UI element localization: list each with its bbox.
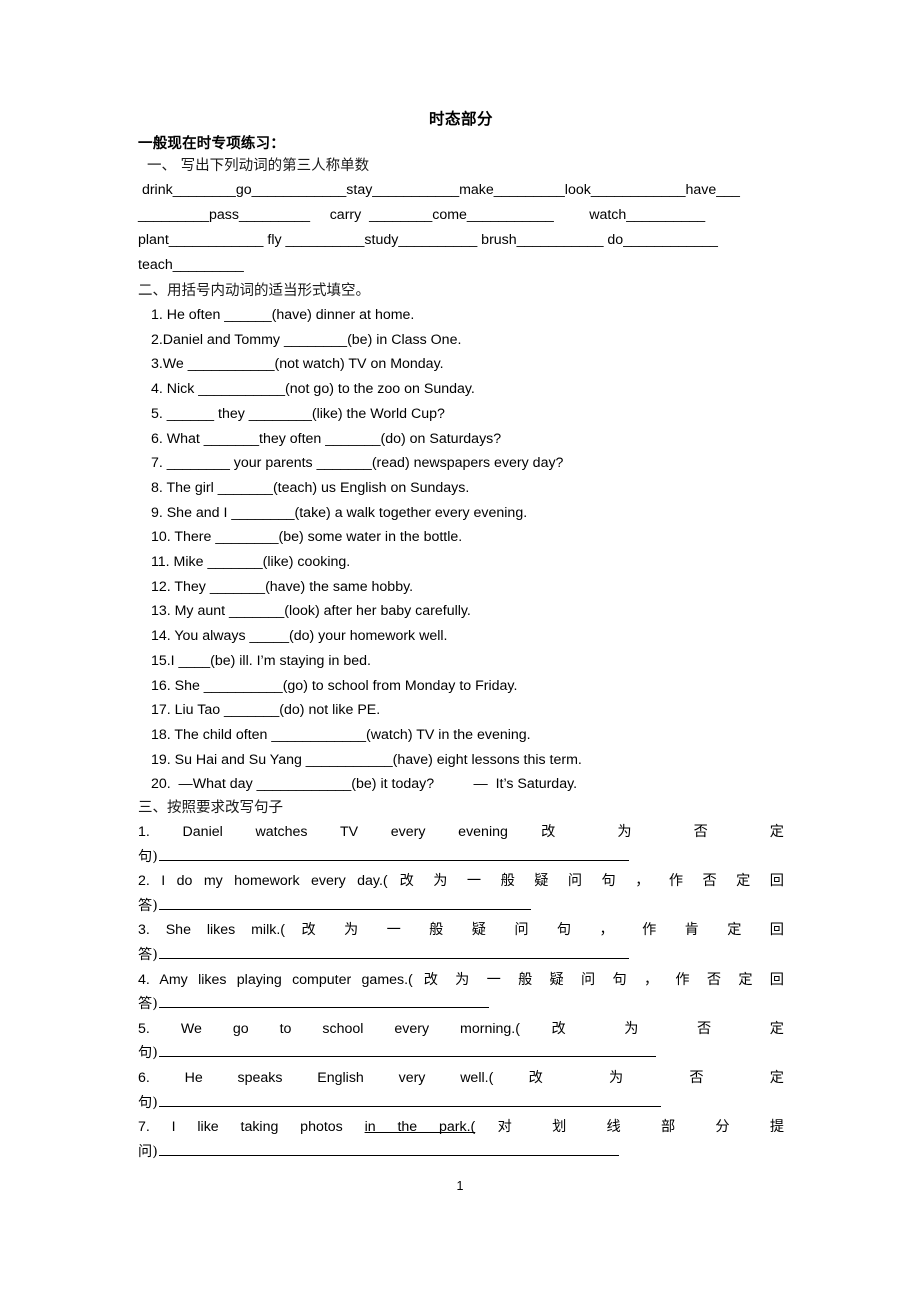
rewrite-instruction: 对 划 线 部 分 提 [475,1119,785,1136]
rewrite-english: Amy likes playing computer games.( [159,971,413,988]
document-page: 时态部分 一般现在时专项练习： 一、 写出下列动词的第三人称单数 drink__… [0,0,920,1302]
verb-line: plant____________ fly __________study___… [138,232,718,248]
rewrite-number: 6. [138,1070,185,1086]
rewrite-english: I like taking photos [171,1119,365,1136]
list-item: 16. She __________(go) to school from Mo… [147,677,518,694]
answer-blank[interactable] [158,848,629,861]
rewrite-prompt: 6. He speaks English very well.( 改 为 否 定 [138,1066,784,1091]
rewrite-item: 7. I like taking photos in the park.( 对 … [138,1115,784,1164]
rewrite-number: 4. [138,971,160,988]
rewrite-english: He speaks English very well.( [184,1070,494,1086]
list-item: 4. Nick ___________(not go) to the zoo o… [147,381,475,398]
rewrite-answer-prefix: 句) [138,1045,158,1062]
rewrite-english: I do my homework every day.( [161,873,388,890]
rewrite-number: 3. [138,922,166,939]
rewrite-prompt: 7. I like taking photos in the park.( 对 … [138,1115,784,1140]
list-item: 1. He often ______(have) dinner at home. [147,307,415,323]
rewrite-instruction: 改 为 否 定 [519,1020,785,1037]
rewrite-instruction: 改 为 否 定 [493,1070,784,1086]
rewrite-answer-line: 句) [138,1041,784,1066]
rewrite-prompt: 2. I do my homework every day.( 改 为 一 般 … [138,869,784,894]
list-item: 11. Mike _______(like) cooking. [147,554,351,571]
rewrite-answer-line: 问) [138,1140,784,1165]
rewrite-prompt: 5. We go to school every morning.( 改 为 否… [138,1017,784,1042]
answer-blank[interactable] [158,1044,656,1058]
list-item: 2.Daniel and Tommy ________(be) in Class… [147,331,462,348]
rewrite-item: 2. I do my homework every day.( 改 为 一 般 … [138,869,784,918]
rewrite-answer-prefix: 句) [138,1094,158,1111]
rewrite-prompt: 3. She likes milk.( 改 为 一 般 疑 问 句 ， 作 肯 … [138,918,784,943]
list-item: 8. The girl _______(teach) us English on… [147,479,470,496]
rewrite-english-underlined: in the park.( [364,1119,476,1136]
page-title: 时态部分 [428,110,493,128]
list-item: 15.I ____(be) ill. I’m staying in bed. [147,652,371,669]
rewrite-answer-prefix: 答) [138,947,158,964]
section1-heading: 一般现在时专项练习： [138,136,285,152]
page-number: 1 [456,1179,464,1193]
rewrite-item: 4. Amy likes playing computer games.( 改 … [138,968,784,1017]
list-item: 5. ______ they ________(like) the World … [147,405,445,422]
list-item: 17. Liu Tao _______(do) not like PE. [147,702,381,719]
rewrite-answer-line: 答) [138,943,784,968]
rewrite-answer-line: 句) [138,1091,784,1116]
rewrite-answer-prefix: 答) [138,996,158,1013]
rewrite-item: 5. We go to school every morning.( 改 为 否… [138,1017,784,1066]
section2-heading: 二、用括号内动词的适当形式填空。 [138,283,370,299]
list-item: 18. The child often ____________(watch) … [147,726,531,743]
rewrite-instruction: 改 为 一 般 疑 问 句 ， 作 否 定 回 [387,873,784,890]
rewrite-prompt: 4. Amy likes playing computer games.( 改 … [138,968,784,993]
answer-blank[interactable] [158,1094,661,1107]
section1-subheading: 一、 写出下列动词的第三人称单数 [147,158,370,174]
rewrite-answer-line: 答) [138,992,784,1017]
answer-blank[interactable] [158,995,489,1009]
list-item: 3.We ___________(not watch) TV on Monday… [147,356,444,373]
list-item: 14. You always _____(do) your homework w… [147,628,448,645]
rewrite-answer-line: 答) [138,894,784,919]
list-item: 7. ________ your parents _______(read) n… [147,455,564,472]
rewrite-item: 6. He speaks English very well.( 改 为 否 定… [138,1066,784,1115]
rewrite-instruction: 改 为 一 般 疑 问 句 ， 作 肯 定 回 [285,922,784,939]
rewrite-item: 1. Daniel watches TV every evening 改 为 否… [138,820,784,869]
answer-blank[interactable] [158,897,531,910]
verb-line: drink________go____________stay_________… [138,182,740,198]
rewrite-answer-prefix: 句) [138,848,158,865]
rewrite-number: 2. [138,873,162,890]
section2-question-list: 1. He often ______(have) dinner at home.… [138,303,784,797]
rewrite-number: 5. [138,1020,181,1037]
rewrite-instruction: 改 为 一 般 疑 问 句 ， 作 否 定 回 [412,971,784,988]
verb-line: _________pass_________ carry ________com… [138,207,706,223]
list-item: 13. My aunt _______(look) after her baby… [147,603,471,620]
list-item: 19. Su Hai and Su Yang ___________(have)… [147,751,582,768]
rewrite-answer-prefix: 答) [138,897,158,914]
list-item: 12. They _______(have) the same hobby. [147,578,414,595]
section3-rewrite-list: 1. Daniel watches TV every evening 改 为 否… [138,820,784,1164]
list-item: 6. What _______they often _______(do) on… [147,430,502,447]
rewrite-english: We go to school every morning.( [180,1020,520,1037]
section3-heading: 三、按照要求改写句子 [138,800,283,817]
answer-blank[interactable] [158,1143,619,1156]
list-item: 20. —What day ____________(be) it today?… [147,776,578,793]
rewrite-answer-line: 句) [138,845,784,870]
rewrite-number: 1. [138,824,183,841]
rewrite-prompt: 1. Daniel watches TV every evening 改 为 否… [138,820,784,845]
verb-line: teach_________ [138,257,244,273]
document-content: 时态部分 一般现在时专项练习： 一、 写出下列动词的第三人称单数 drink__… [138,108,784,1164]
answer-blank[interactable] [158,946,629,960]
rewrite-number: 7. [138,1119,172,1136]
rewrite-english: She likes milk.( [165,922,285,939]
rewrite-item: 3. She likes milk.( 改 为 一 般 疑 问 句 ， 作 肯 … [138,918,784,967]
verb-list: drink________go____________stay_________… [138,178,784,278]
rewrite-instruction: 改 为 否 定 [507,824,784,841]
list-item: 10. There ________(be) some water in the… [147,529,463,546]
rewrite-english: Daniel watches TV every evening [182,824,508,841]
list-item: 9. She and I ________(take) a walk toget… [147,504,528,521]
rewrite-answer-prefix: 问) [138,1143,158,1160]
